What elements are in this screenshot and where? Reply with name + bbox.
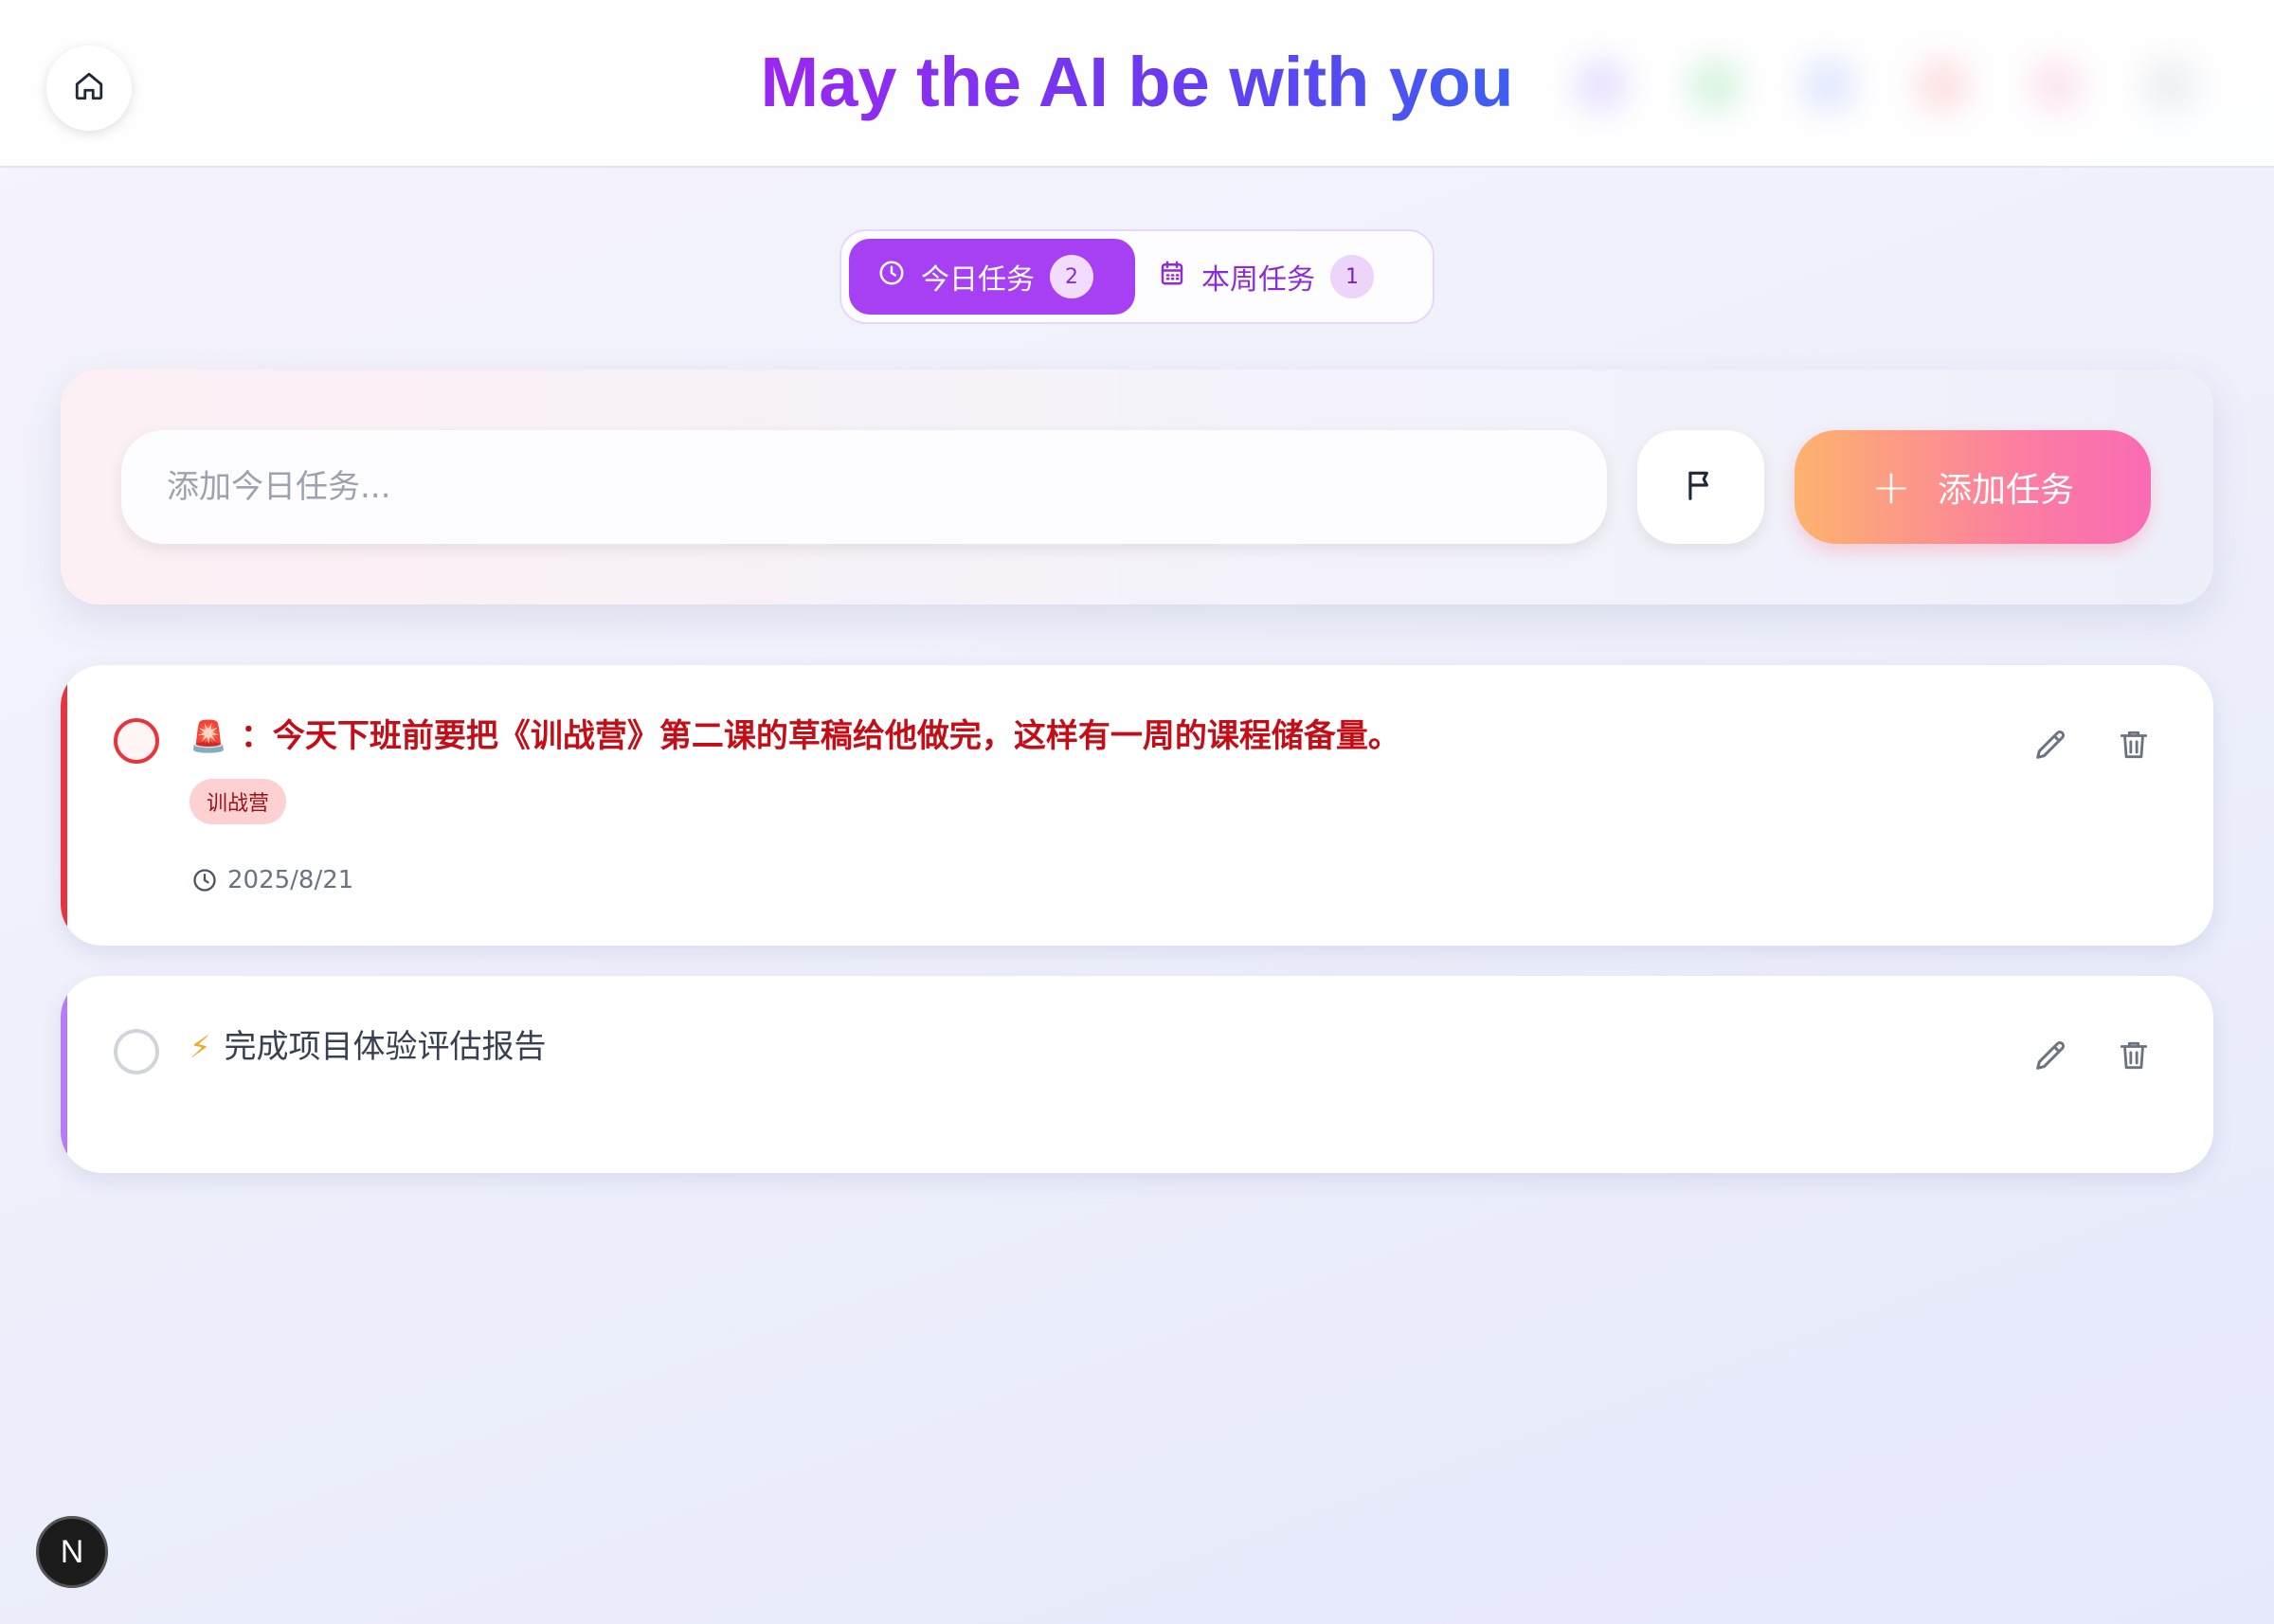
top-bar: May the AI be with you <box>0 0 2274 168</box>
tab-week-count: 1 <box>1330 255 1374 298</box>
priority-indicator <box>61 976 67 1173</box>
task-tag[interactable]: 训战营 <box>190 779 287 824</box>
lightning-icon: ⚡ <box>190 1029 211 1065</box>
edit-task-button[interactable] <box>2028 1033 2073 1078</box>
decorative-dot <box>2028 57 2084 114</box>
task-input[interactable] <box>121 430 1607 544</box>
task-tabs: 今日任务 2 本周任务 1 <box>839 229 1435 324</box>
clock-icon <box>877 259 906 295</box>
clock-icon <box>193 869 216 892</box>
add-task-panel: + 添加任务 <box>61 370 2213 604</box>
priority-flag-button[interactable] <box>1637 430 1764 544</box>
tab-today-label: 今日任务 <box>921 263 1035 297</box>
task-date: 2025/8/21 <box>191 866 353 894</box>
add-task-label: 添加任务 <box>1937 471 2074 510</box>
task-title: 🚨 ：今天下班前要把《训战营》第二课的草稿给他做完，这样有一周的课程储备量。 <box>190 713 1400 760</box>
pencil-icon <box>2036 730 2066 759</box>
task-item: ⚡ 完成项目体验评估报告 <box>61 976 2213 1173</box>
task-item: 🚨 ：今天下班前要把《训战营》第二课的草稿给他做完，这样有一周的课程储备量。 训战… <box>61 665 2213 946</box>
decorative-dot <box>1573 57 1630 114</box>
task-checkbox[interactable] <box>114 718 159 764</box>
nextjs-dev-badge[interactable]: N <box>36 1516 108 1588</box>
tab-today[interactable]: 今日任务 2 <box>849 239 1135 315</box>
decorative-dot <box>1687 57 1743 114</box>
plus-icon: + <box>1871 460 1911 514</box>
tab-today-count: 2 <box>1050 255 1093 298</box>
delete-task-button[interactable] <box>2111 1033 2157 1078</box>
add-task-button[interactable]: + 添加任务 <box>1795 430 2151 544</box>
calendar-icon <box>1158 259 1186 295</box>
nextjs-logo: N <box>60 1533 84 1570</box>
decorative-dot <box>1914 57 1971 114</box>
priority-indicator <box>61 665 67 946</box>
task-title: ⚡ 完成项目体验评估报告 <box>190 1023 546 1071</box>
task-date-value: 2025/8/21 <box>227 866 354 894</box>
task-text: ：今天下班前要把《训战营》第二课的草稿给他做完，这样有一周的课程储备量。 <box>240 717 1400 755</box>
decorative-dot <box>1800 57 1857 114</box>
decorative-dot <box>2141 57 2198 114</box>
task-text: 完成项目体验评估报告 <box>224 1028 547 1066</box>
pencil-icon <box>2036 1040 2066 1070</box>
task-checkbox[interactable] <box>114 1029 159 1074</box>
delete-task-button[interactable] <box>2111 722 2157 767</box>
tab-week-label: 本周任务 <box>1201 263 1315 297</box>
trash-icon <box>2120 731 2148 759</box>
tab-week[interactable]: 本周任务 1 <box>1158 239 1414 315</box>
trash-icon <box>2120 1041 2148 1070</box>
flag-icon <box>1683 467 1719 507</box>
siren-icon: 🚨 <box>190 718 227 754</box>
edit-task-button[interactable] <box>2028 722 2073 767</box>
